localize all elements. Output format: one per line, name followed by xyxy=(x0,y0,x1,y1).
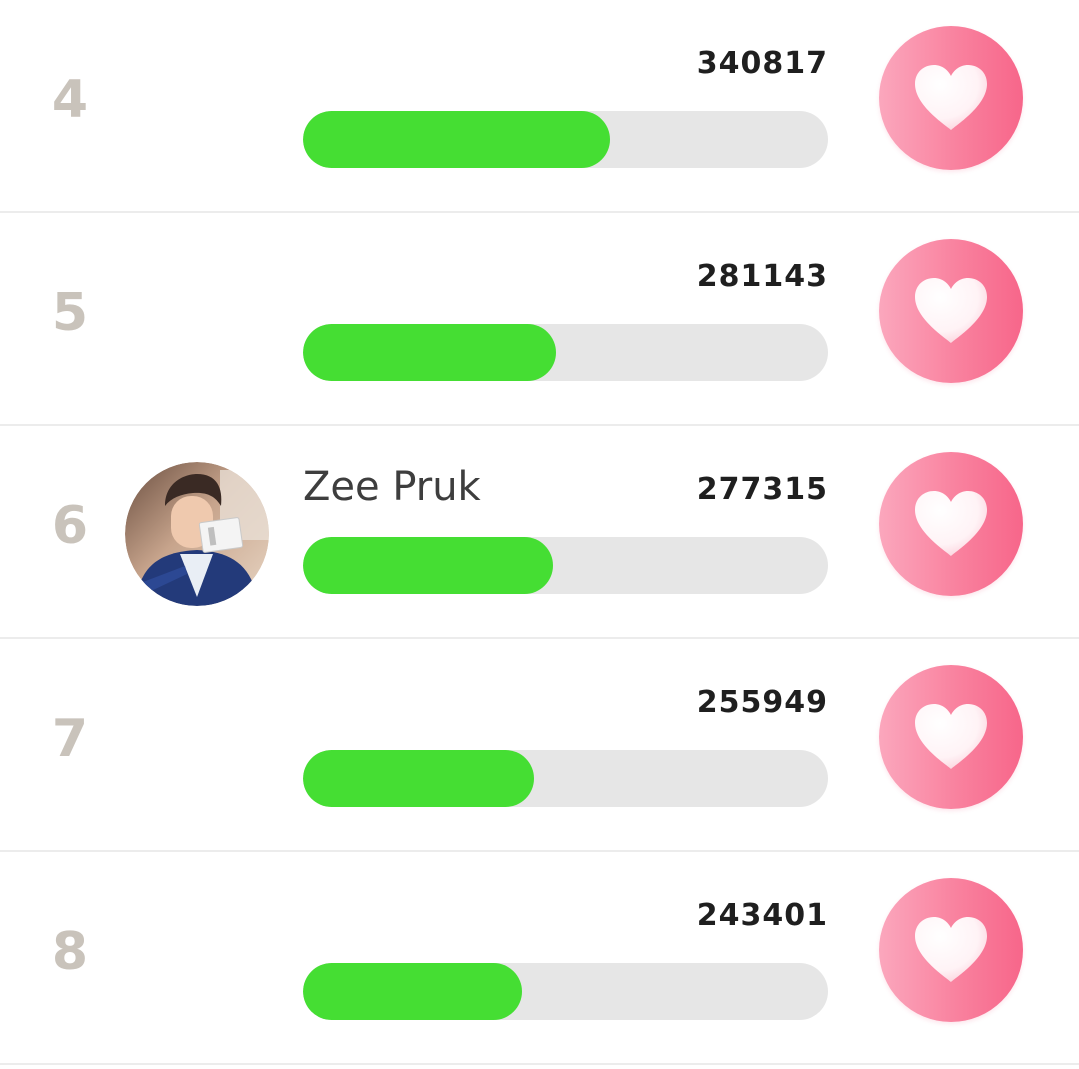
rank-number: 8 xyxy=(51,922,89,982)
ranking-row: 5 281143 xyxy=(0,213,1079,426)
heart-icon xyxy=(915,704,987,769)
vote-progress-bar xyxy=(303,537,828,594)
vote-heart-button[interactable] xyxy=(879,665,1023,809)
heart-icon xyxy=(915,917,987,982)
rank-number: 7 xyxy=(51,709,89,769)
vote-progress-fill xyxy=(303,963,523,1020)
vote-progress-bar xyxy=(303,963,828,1020)
vote-progress-fill xyxy=(303,537,553,594)
avatar[interactable] xyxy=(125,462,269,606)
ranking-row: 4 340817 xyxy=(0,0,1079,213)
vote-count: 281143 xyxy=(696,259,828,294)
vote-heart-button[interactable] xyxy=(879,239,1023,383)
heart-icon xyxy=(915,491,987,556)
ranking-list: 4 340817 5 281143 6 Zee Pruk 277315 7 25… xyxy=(0,0,1079,1069)
vote-progress-bar xyxy=(303,324,828,381)
vote-progress-fill xyxy=(303,324,557,381)
vote-count: 243401 xyxy=(696,898,828,933)
vote-count: 340817 xyxy=(696,46,828,81)
ranking-row: 8 243401 xyxy=(0,852,1079,1065)
contestant-name: Zee Pruk xyxy=(303,464,481,510)
vote-count: 255949 xyxy=(696,685,828,720)
heart-icon xyxy=(915,278,987,343)
vote-heart-button[interactable] xyxy=(879,26,1023,170)
ranking-row: 6 Zee Pruk 277315 xyxy=(0,426,1079,639)
rank-number: 4 xyxy=(51,70,89,130)
vote-heart-button[interactable] xyxy=(879,452,1023,596)
vote-progress-bar xyxy=(303,111,828,168)
heart-icon xyxy=(915,65,987,130)
vote-count: 277315 xyxy=(696,472,828,507)
avatar-photo xyxy=(125,462,269,606)
ranking-row: 7 255949 xyxy=(0,639,1079,852)
vote-progress-fill xyxy=(303,111,611,168)
vote-heart-button[interactable] xyxy=(879,878,1023,1022)
vote-progress-bar xyxy=(303,750,828,807)
rank-number: 5 xyxy=(51,283,89,343)
vote-progress-fill xyxy=(303,750,534,807)
rank-number: 6 xyxy=(51,496,89,556)
